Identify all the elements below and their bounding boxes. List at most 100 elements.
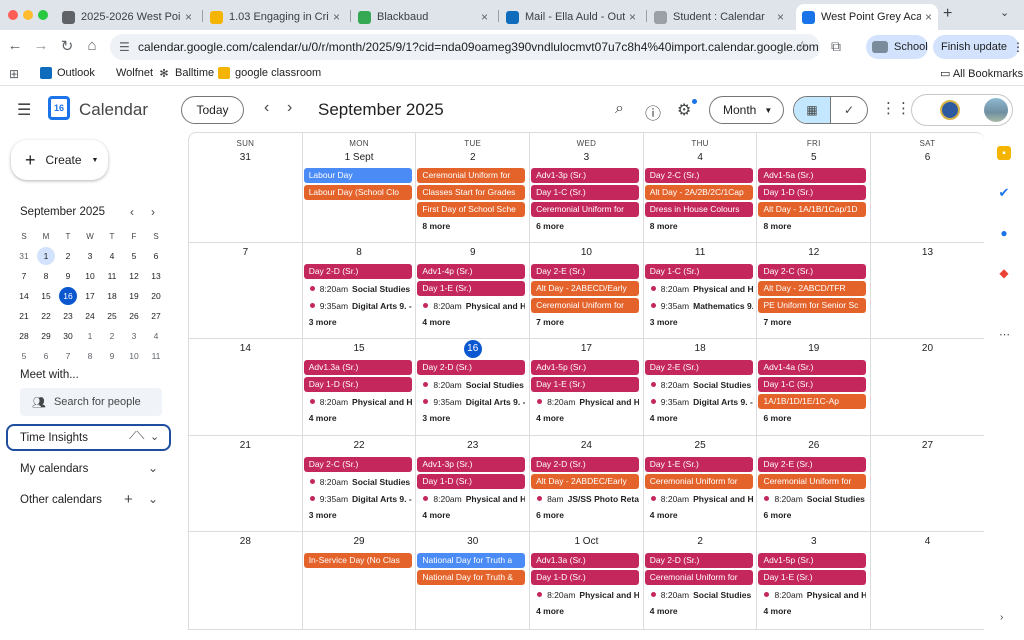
- event-chip[interactable]: Day 2-D (Sr.): [417, 360, 526, 375]
- tasks-icon[interactable]: ✔: [997, 185, 1011, 200]
- day-cell[interactable]: 18 Day 2-E (Sr.) 8:20am Social Studies 9 9:3…: [644, 339, 758, 435]
- mini-day[interactable]: 27: [145, 306, 167, 326]
- event-chip[interactable]: Day 2-D (Sr.): [303, 264, 412, 279]
- event-chip[interactable]: Day 1-D (Sr.): [417, 474, 526, 489]
- back-icon[interactable]: ←: [6, 37, 24, 54]
- day-cell[interactable]: 21: [189, 436, 303, 531]
- mini-day[interactable]: 6: [145, 246, 167, 266]
- day-number[interactable]: 3: [757, 536, 870, 547]
- mini-day[interactable]: 10: [123, 346, 145, 366]
- day-number[interactable]: 19: [757, 343, 870, 354]
- event-chip[interactable]: Day 1-E (Sr.): [417, 281, 526, 296]
- day-number[interactable]: 27: [871, 440, 984, 451]
- event-chip[interactable]: Labour Day (School Clo: [303, 185, 412, 200]
- event-chip[interactable]: Adv1-4a (Sr.): [758, 360, 867, 375]
- mini-day[interactable]: 29: [35, 326, 57, 346]
- event-chip[interactable]: Adv1-5p (Sr.): [758, 553, 867, 568]
- more-events-link[interactable]: 6 more: [757, 508, 870, 523]
- day-cell[interactable]: 1 Oct Adv1.3a (Sr.) Day 1-D (Sr.) 8:20am Phy…: [530, 532, 644, 629]
- mini-day[interactable]: 8: [35, 266, 57, 286]
- timed-event[interactable]: 8:20am Physical and H: [304, 394, 412, 409]
- more-events-link[interactable]: 4 more: [416, 315, 529, 330]
- day-number[interactable]: 20: [871, 343, 984, 354]
- event-chip[interactable]: National Day for Truth a: [417, 553, 526, 568]
- day-cell[interactable]: 29 In-Service Day (No Clas: [303, 532, 417, 629]
- event-chip[interactable]: Day 1-D (Sr.): [303, 377, 412, 392]
- day-cell[interactable]: 13: [871, 243, 984, 338]
- close-tab-icon[interactable]: ×: [333, 10, 340, 24]
- day-cell[interactable]: 9 Adv1-4p (Sr.) Day 1-E (Sr.) 8:20am Physica…: [416, 243, 531, 338]
- day-number[interactable]: 18: [644, 343, 757, 354]
- google-apps-icon[interactable]: ⋮⋮: [881, 99, 911, 117]
- mini-day[interactable]: 24: [79, 306, 101, 326]
- event-chip[interactable]: Ceremonial Uniform for: [531, 298, 640, 313]
- day-cell[interactable]: 7: [189, 243, 303, 338]
- mini-day[interactable]: 3: [123, 326, 145, 346]
- settings-gear-icon[interactable]: ⚙: [677, 100, 691, 120]
- more-events-link[interactable]: 3 more: [303, 508, 416, 523]
- day-cell[interactable]: FRI 5 Adv1-5a (Sr.) Day 1-D (Sr.) Alt Day - …: [757, 133, 872, 242]
- day-cell[interactable]: 22 Day 2-C (Sr.) 8:20am Social Studies 9 9:3…: [303, 436, 417, 531]
- tasks-view-icon[interactable]: ✓: [831, 97, 867, 123]
- timed-event[interactable]: 9:35am Digital Arts 9. -: [304, 491, 412, 506]
- event-chip[interactable]: Day 2-E (Sr.): [644, 360, 753, 375]
- day-cell[interactable]: 20: [871, 339, 984, 435]
- event-chip[interactable]: 1A/1B/1D/1E/1C-Ap: [758, 394, 867, 409]
- more-events-link[interactable]: 8 more: [644, 219, 757, 234]
- timed-event[interactable]: 8:20am Physical and H: [645, 491, 753, 506]
- day-cell[interactable]: 10 Day 2-E (Sr.) Alt Day - 2ABECD/Early Cer…: [530, 243, 644, 338]
- maps-icon[interactable]: ◆: [997, 266, 1011, 280]
- day-number[interactable]: 25: [644, 440, 757, 451]
- bookmark-google-classroom[interactable]: google classroom: [218, 67, 321, 79]
- more-events-link[interactable]: 3 more: [416, 411, 529, 426]
- expand-panel-icon[interactable]: ›: [1000, 612, 1003, 623]
- mini-day[interactable]: 5: [123, 246, 145, 266]
- more-events-link[interactable]: 8 more: [416, 219, 529, 234]
- mini-day[interactable]: 8: [79, 346, 101, 366]
- day-number[interactable]: 11: [644, 247, 757, 258]
- day-number[interactable]: 14: [189, 343, 302, 354]
- timed-event[interactable]: 8am JS/SS Photo Retak: [531, 491, 639, 506]
- mini-day[interactable]: 16: [59, 287, 77, 305]
- day-number[interactable]: 17: [530, 343, 643, 354]
- mini-day[interactable]: 15: [35, 286, 57, 306]
- day-cell[interactable]: 24 Day 2-D (Sr.) Alt Day - 2ABDEC/Early 8am…: [530, 436, 644, 531]
- event-chip[interactable]: Ceremonial Uniform for: [758, 474, 867, 489]
- event-chip[interactable]: Day 1-C (Sr.): [758, 377, 867, 392]
- browser-tab[interactable]: 2025-2026 West Point G ×: [56, 4, 198, 30]
- mini-day[interactable]: 19: [123, 286, 145, 306]
- close-tab-icon[interactable]: ×: [481, 10, 488, 24]
- bookmark-wolfnet[interactable]: Wolfnet: [116, 67, 153, 79]
- event-chip[interactable]: Day 2-C (Sr.): [303, 457, 412, 472]
- event-chip[interactable]: Day 1-E (Sr.): [531, 377, 640, 392]
- keep-icon[interactable]: ▪: [997, 146, 1011, 160]
- timed-event[interactable]: 8:20am Social Studies: [758, 491, 866, 506]
- more-events-link[interactable]: 7 more: [757, 315, 870, 330]
- bookmark-star-icon[interactable]: ☆: [796, 38, 809, 55]
- bookmark-outlook[interactable]: Outlook: [40, 67, 95, 79]
- browser-tab[interactable]: 1.03 Engaging in Critica ×: [204, 4, 346, 30]
- day-cell[interactable]: 28: [189, 532, 303, 629]
- more-events-link[interactable]: 4 more: [644, 604, 757, 619]
- day-cell[interactable]: 12 Day 2-C (Sr.) Alt Day - 2ABCD/TFR PE Uni…: [757, 243, 872, 338]
- more-events-link[interactable]: 4 more: [644, 411, 757, 426]
- day-cell[interactable]: 25 Day 1-E (Sr.) Ceremonial Uniform for 8:2…: [644, 436, 758, 531]
- day-number[interactable]: 12: [757, 247, 870, 258]
- day-number[interactable]: 22: [303, 440, 416, 451]
- more-events-link[interactable]: 6 more: [530, 219, 643, 234]
- day-number[interactable]: 2: [644, 536, 757, 547]
- mini-day[interactable]: 4: [145, 326, 167, 346]
- event-chip[interactable]: Ceremonial Uniform for: [417, 168, 526, 183]
- day-cell[interactable]: TUE 2 Ceremonial Uniform for Classes Start …: [416, 133, 531, 242]
- more-events-link[interactable]: 4 more: [644, 508, 757, 523]
- day-cell[interactable]: WED 3 Adv1-3p (Sr.) Day 1-C (Sr.) Ceremonial…: [530, 133, 644, 242]
- event-chip[interactable]: Day 2-C (Sr.): [758, 264, 867, 279]
- timed-event[interactable]: 8:20am Social Studies 9: [304, 281, 412, 296]
- timed-event[interactable]: 8:20am Social Studies 9: [645, 377, 753, 392]
- mini-day[interactable]: 30: [57, 326, 79, 346]
- day-cell[interactable]: 14: [189, 339, 303, 435]
- chevron-down-icon[interactable]: ⌄: [148, 492, 158, 506]
- event-chip[interactable]: Day 2-C (Sr.): [644, 168, 753, 183]
- window-close-button[interactable]: [8, 10, 18, 20]
- more-events-link[interactable]: 4 more: [530, 604, 643, 619]
